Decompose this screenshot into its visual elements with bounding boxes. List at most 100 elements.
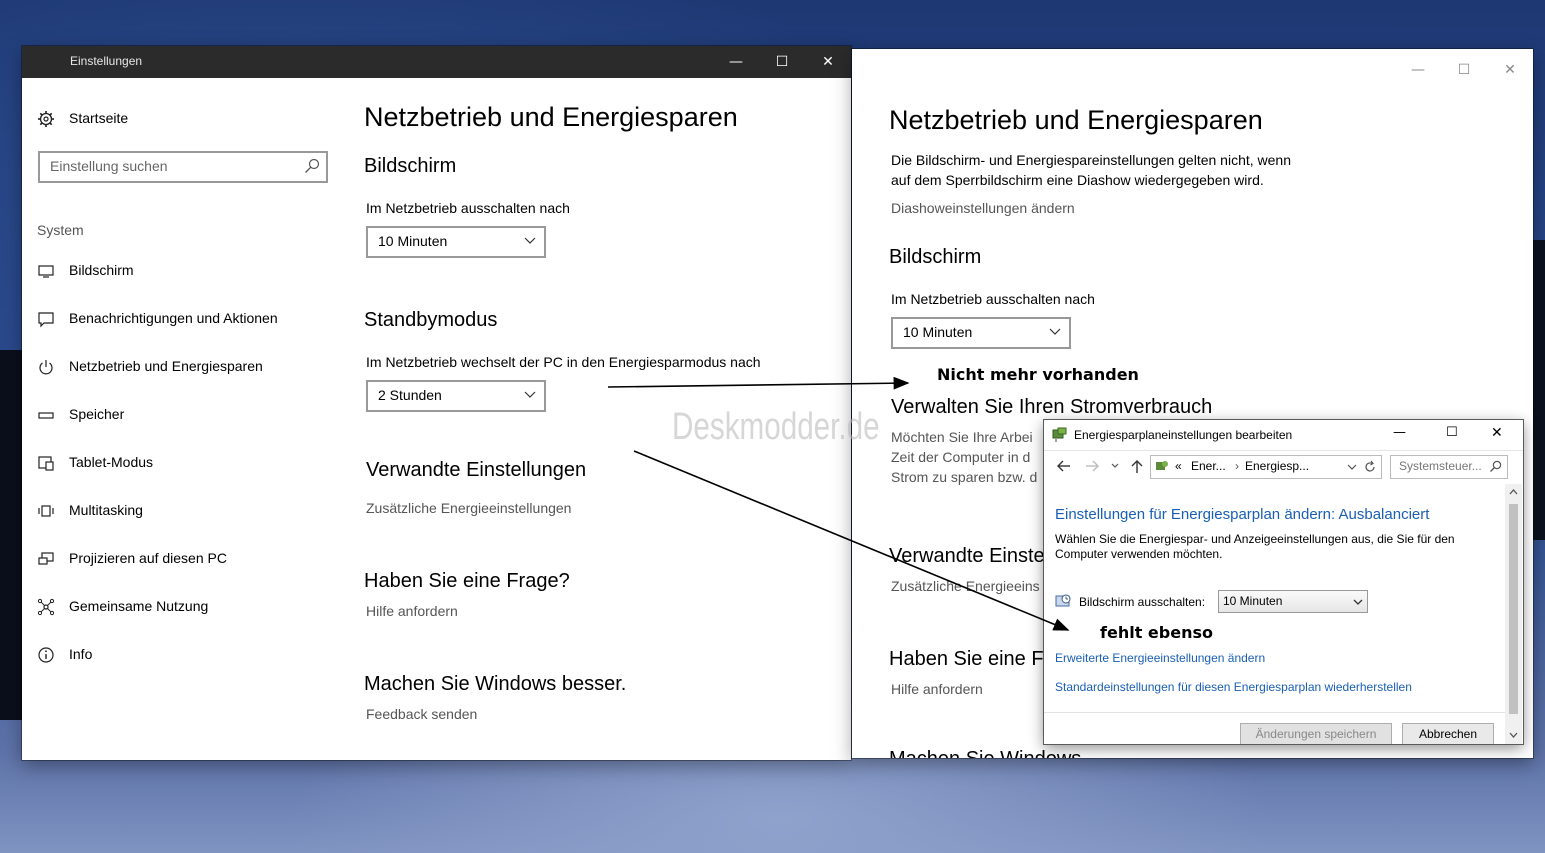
chevron-down-icon [524,237,536,244]
close-button[interactable]: ✕ [1487,55,1533,85]
section-label-system: System [37,222,84,238]
page-title: Netzbetrieb und Energiesparen [364,102,738,132]
nav-home-label: Startseite [69,110,129,126]
manage-text-line1: Möchten Sie Ihre Arbei [891,429,1033,445]
window-title: Einstellungen [70,54,143,68]
close-button[interactable]: ✕ [805,46,851,78]
section-heading-question: Haben Sie eine Fr [889,648,1051,670]
nav-item-label: Gemeinsame Nutzung [69,598,209,614]
nav-item-label: Projizieren auf diesen PC [69,550,227,566]
title-bar[interactable]: Einstellungen — ☐ ✕ [22,46,851,78]
tablet-icon [38,456,54,471]
scroll-down-arrow-icon[interactable] [1509,731,1518,739]
additional-power-settings-link[interactable]: Zusätzliche Energieeinstellungen [366,500,571,516]
back-arrow-icon[interactable] [1056,459,1072,473]
chevron-down-icon [524,391,536,398]
forward-arrow-icon[interactable] [1084,459,1100,473]
minimize-button[interactable]: — [1393,425,1406,440]
save-changes-button[interactable]: Änderungen speichern [1240,723,1392,744]
up-arrow-icon[interactable] [1130,458,1144,474]
feedback-link[interactable]: Feedback senden [366,706,477,722]
nav-item-label: Speicher [69,406,125,422]
desktop-tree-silhouette [0,350,22,720]
display-clock-icon [1055,594,1071,607]
watermark-text: Deskmodder.de [672,406,880,448]
info-text-line1: Die Bildschirm- und Energiespareinstellu… [891,152,1292,168]
search-input[interactable]: Systemsteuer... [1390,455,1508,479]
minimize-button[interactable]: — [1395,55,1441,85]
breadcrumb-part2[interactable]: Energiesp... [1245,459,1309,473]
annotation-not-available: Nicht mehr vorhanden [937,365,1139,384]
dialog-title: Energiesparplaneinstellungen bearbeiten [1074,428,1293,442]
get-help-link[interactable]: Hilfe anfordern [366,603,458,619]
share-icon [37,598,55,616]
vertical-scrollbar[interactable] [1505,484,1522,744]
dropdown-value: 10 Minuten [378,233,448,249]
storage-icon [38,412,54,419]
standby-dropdown[interactable]: 2 Stunden [366,380,546,412]
section-heading-related: Verwandte Einstellungen [366,459,587,481]
maximize-button[interactable]: ☐ [759,46,805,78]
nav-item-label: Tablet-Modus [69,454,154,470]
power-plan-dialog: Energiesparplaneinstellungen bearbeiten … [1044,420,1523,744]
scrollbar-thumb[interactable] [1509,504,1518,714]
multitasking-icon [38,505,54,517]
plan-description-line2: Computer verwenden möchten. [1055,547,1223,561]
screen-off-dropdown[interactable]: 10 Minuten [366,226,546,258]
maximize-button[interactable]: ☐ [1446,425,1458,440]
refresh-icon[interactable] [1363,460,1377,474]
chevron-down-icon [1049,328,1061,335]
address-prefix: « [1175,459,1182,473]
monitor-icon [38,265,54,278]
advanced-settings-link[interactable]: Erweiterte Energieeinstellungen ändern [1055,651,1265,665]
section-heading-question: Haben Sie eine Frage? [364,570,570,592]
chevron-down-icon[interactable] [1347,462,1357,472]
search-placeholder: Einstellung suchen [50,158,168,174]
nav-item-label: Info [69,646,93,662]
project-icon [38,552,54,565]
restore-defaults-link[interactable]: Standardeinstellungen für diesen Energie… [1055,680,1412,694]
dropdown-value: 2 Stunden [378,387,442,403]
search-input[interactable]: Einstellung suchen [38,151,328,183]
control-panel-icon [1156,461,1168,470]
maximize-button[interactable]: ☐ [1441,55,1487,85]
manage-text-line2: Zeit der Computer in d [891,449,1031,465]
power-icon [39,360,53,375]
nav-item-label: Benachrichtigungen und Aktionen [69,310,278,326]
screen-off-select[interactable]: 10 Minuten [1218,590,1368,613]
scroll-up-arrow-icon[interactable] [1509,488,1518,496]
breadcrumb-part1[interactable]: Ener... [1191,459,1226,473]
get-help-link[interactable]: Hilfe anfordern [891,681,983,697]
section-heading-feedback: Machen Sie Windows [889,748,1081,758]
plan-heading: Einstellungen für Energiesparplan ändern… [1055,506,1430,523]
close-button[interactable]: ✕ [1491,425,1503,441]
screen-off-dropdown[interactable]: 10 Minuten [891,317,1071,349]
manage-text-line3: Strom zu sparen bzw. d [891,469,1038,485]
recent-pages-chevron-icon[interactable] [1110,461,1120,471]
screen-off-label: Bildschirm ausschalten: [1079,595,1206,609]
cancel-button[interactable]: Abbrechen [1402,723,1494,744]
power-plan-icon [1052,427,1067,442]
info-text-line2: auf dem Sperrbildschirm eine Diashow wie… [891,172,1264,188]
message-icon [38,312,54,328]
search-placeholder: Systemsteuer... [1399,459,1482,473]
slideshow-settings-link[interactable]: Diashoweinstellungen ändern [891,200,1075,216]
standby-label: Im Netzbetrieb wechselt der PC in den En… [366,354,761,370]
search-icon [1490,460,1502,472]
breadcrumb-separator: › [1235,459,1239,473]
dropdown-value: 10 Minuten [903,324,973,340]
additional-power-settings-link[interactable]: Zusätzliche Energieeins [891,578,1040,594]
settings-window-old: Einstellungen — ☐ ✕ Startseite Einstellu… [22,46,851,760]
plan-description-line1: Wählen Sie die Energiespar- und Anzeigee… [1055,532,1455,546]
page-title: Netzbetrieb und Energiesparen [889,105,1263,135]
title-bar[interactable]: Energiesparplaneinstellungen bearbeiten … [1044,420,1523,451]
address-bar[interactable]: « Ener... › Energiesp... [1150,455,1382,479]
footer-divider [1044,712,1505,713]
minimize-button[interactable]: — [713,46,759,78]
screen-off-label: Im Netzbetrieb ausschalten nach [366,200,570,216]
section-heading-manage-power: Verwalten Sie Ihren Stromverbrauch [891,396,1213,418]
search-icon [305,158,320,173]
annotation-also-missing: fehlt ebenso [1100,623,1213,642]
gear-icon [38,111,54,127]
info-icon [38,647,54,663]
